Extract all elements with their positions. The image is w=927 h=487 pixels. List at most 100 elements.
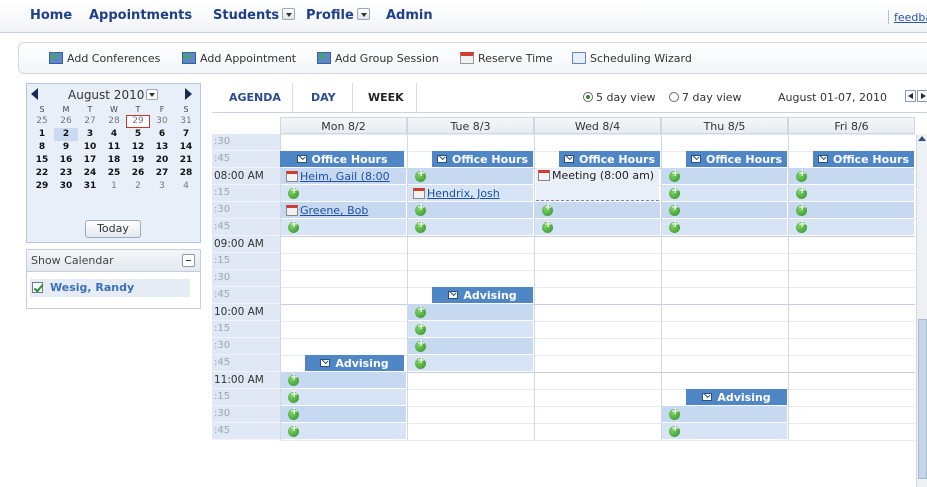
calendar-owner-name[interactable]: Wesig, Randy — [50, 281, 134, 294]
mini-calendar-day[interactable]: 20 — [150, 154, 174, 167]
open-slot[interactable] — [662, 202, 787, 218]
mini-calendar-day[interactable]: 22 — [30, 167, 54, 180]
seven-day-view-option[interactable]: 7 day view — [669, 91, 742, 104]
calendar-item[interactable]: Wesig, Randy — [30, 279, 190, 297]
month-selector[interactable]: August 2010 — [68, 88, 159, 102]
mini-calendar-day[interactable]: 10 — [78, 141, 102, 154]
meeting-title[interactable]: Meeting (8:00 am) — [552, 169, 654, 182]
open-slot[interactable] — [789, 219, 914, 235]
tab-day[interactable]: DAY — [311, 91, 336, 104]
add-slot-icon[interactable] — [288, 372, 299, 386]
open-slot[interactable] — [281, 423, 406, 439]
open-slot[interactable] — [281, 389, 406, 405]
office-hours-header[interactable]: Office Hours — [559, 151, 660, 167]
mini-calendar-day[interactable]: 25 — [30, 115, 54, 128]
add-slot-icon[interactable] — [415, 304, 426, 318]
add-appointment-button[interactable]: Add Appointment — [182, 49, 296, 65]
appointment-title[interactable]: Greene, Bob — [300, 204, 368, 217]
open-slot[interactable] — [789, 168, 914, 184]
mini-calendar-day[interactable]: 6 — [150, 128, 174, 141]
add-slot-icon[interactable] — [669, 406, 680, 420]
mini-calendar-day[interactable]: 4 — [174, 180, 198, 193]
mini-calendar-day[interactable]: 26 — [126, 167, 150, 180]
mini-calendar-day[interactable]: 12 — [126, 141, 150, 154]
mini-calendar-day[interactable]: 30 — [150, 115, 174, 128]
five-day-view-option[interactable]: 5 day view — [583, 91, 656, 104]
advising-block[interactable]: Advising — [305, 355, 404, 371]
appointment-title[interactable]: Heim, Gail (8:00 — [300, 170, 390, 183]
mini-calendar-day[interactable]: 28 — [174, 167, 198, 180]
open-slot[interactable] — [408, 202, 533, 218]
mini-calendar-day[interactable]: 11 — [102, 141, 126, 154]
open-slot[interactable] — [662, 168, 787, 184]
chevron-down-icon[interactable] — [356, 8, 370, 20]
add-slot-icon[interactable] — [669, 168, 680, 182]
add-slot-icon[interactable] — [288, 389, 299, 403]
open-slot[interactable] — [535, 219, 660, 235]
scheduling-wizard-button[interactable]: Scheduling Wizard — [572, 52, 692, 65]
mini-calendar-day[interactable]: 19 — [126, 154, 150, 167]
open-slot[interactable] — [281, 372, 406, 388]
radio-icon[interactable] — [669, 92, 679, 102]
add-slot-icon[interactable] — [669, 202, 680, 216]
mini-calendar-day[interactable]: 30 — [54, 180, 78, 193]
mini-calendar-day[interactable]: 4 — [102, 128, 126, 141]
mini-calendar-day[interactable]: 21 — [174, 154, 198, 167]
add-slot-icon[interactable] — [542, 202, 553, 216]
add-conferences-button[interactable]: Add Conferences — [49, 49, 160, 65]
add-slot-icon[interactable] — [415, 168, 426, 182]
open-slot[interactable] — [662, 406, 787, 422]
mini-calendar-day[interactable]: 2 — [126, 180, 150, 193]
add-slot-icon[interactable] — [669, 219, 680, 233]
add-slot-icon[interactable] — [415, 355, 426, 369]
reserve-time-button[interactable]: Reserve Time — [460, 52, 553, 65]
nav-appointments[interactable]: Appointments — [89, 8, 192, 23]
day-header[interactable]: Fri 8/6 — [788, 117, 915, 134]
mini-calendar-day[interactable]: 2 — [54, 128, 78, 141]
chevron-down-icon[interactable] — [282, 8, 296, 20]
open-slot[interactable] — [408, 338, 533, 354]
open-slot[interactable] — [408, 168, 533, 184]
meeting-appointment[interactable]: Meeting (8:00 am) — [536, 168, 659, 201]
prev-month-icon[interactable] — [31, 88, 38, 100]
open-slot[interactable] — [281, 219, 406, 235]
add-group-session-button[interactable]: Add Group Session — [317, 49, 439, 65]
mini-calendar-day[interactable]: 29 — [30, 180, 54, 193]
open-slot[interactable] — [408, 355, 533, 371]
add-slot-icon[interactable] — [796, 185, 807, 199]
feedback-link[interactable]: feedba — [894, 11, 927, 24]
advising-block[interactable]: Advising — [432, 287, 533, 303]
add-slot-icon[interactable] — [669, 185, 680, 199]
mini-calendar-day[interactable]: 31 — [78, 180, 102, 193]
add-slot-icon[interactable] — [796, 219, 807, 233]
mini-calendar-day[interactable]: 25 — [102, 167, 126, 180]
scroll-up-icon[interactable] — [918, 136, 926, 141]
appointment-title[interactable]: Hendrix, Josh — [427, 187, 500, 200]
add-slot-icon[interactable] — [288, 219, 299, 233]
today-button[interactable]: Today — [85, 220, 141, 238]
nav-students[interactable]: Students — [213, 8, 296, 23]
mini-calendar-day[interactable]: 31 — [174, 115, 198, 128]
open-slot[interactable] — [789, 202, 914, 218]
add-slot-icon[interactable] — [796, 168, 807, 182]
open-slot[interactable] — [281, 406, 406, 422]
mini-calendar-day[interactable]: 23 — [54, 167, 78, 180]
mini-calendar-day[interactable]: 13 — [150, 141, 174, 154]
appointment-link[interactable]: Hendrix, Josh — [413, 185, 530, 201]
mini-calendar-day[interactable]: 16 — [54, 154, 78, 167]
chevron-down-icon[interactable] — [146, 89, 159, 100]
open-slot[interactable] — [408, 321, 533, 337]
mini-calendar-day[interactable]: 14 — [174, 141, 198, 154]
mini-calendar-day[interactable]: 9 — [54, 141, 78, 154]
mini-calendar-day[interactable]: 15 — [30, 154, 54, 167]
nav-profile[interactable]: Profile — [306, 8, 370, 23]
mini-calendar-day[interactable]: 1 — [30, 128, 54, 141]
open-slot[interactable] — [789, 185, 914, 201]
mini-calendar-day[interactable]: 24 — [78, 167, 102, 180]
nav-admin[interactable]: Admin — [386, 8, 433, 23]
minimize-icon[interactable] — [182, 254, 195, 267]
mini-calendar-day[interactable]: 8 — [30, 141, 54, 154]
open-slot[interactable] — [408, 304, 533, 320]
office-hours-header[interactable]: Office Hours — [432, 151, 533, 167]
appointment-link[interactable]: Greene, Bob — [286, 202, 403, 218]
